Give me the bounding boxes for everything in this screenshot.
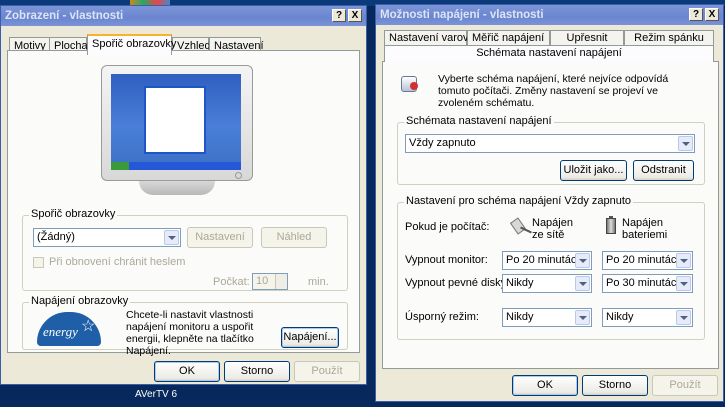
monitor-off-ac-value: Po 20 minutách <box>506 254 583 266</box>
screensaver-panel: Spořič obrazovky (Žádný) Nastavení Náhle… <box>7 50 360 357</box>
ok-button[interactable]: OK <box>512 375 578 396</box>
tab-advanced[interactable]: Upřesnit <box>550 30 624 46</box>
monitor-off-dc-select[interactable]: Po 20 minutách <box>602 251 693 270</box>
power-button[interactable]: Napájení... <box>281 327 339 348</box>
save-as-button[interactable]: Uložit jako... <box>560 160 627 181</box>
energy-star-logo: energy ☆ <box>37 312 101 346</box>
standby-dc-select[interactable]: Nikdy <box>602 308 693 327</box>
delete-button[interactable]: Odstranit <box>633 160 694 181</box>
screen-start-button <box>111 162 129 170</box>
tab-screensaver[interactable]: Spořič obrazovky <box>87 34 176 55</box>
star-icon: ☆ <box>81 318 96 335</box>
power-intro-text: Vyberte schéma napájení, které nejvíce o… <box>438 73 669 109</box>
standby-label: Úsporný režim: <box>405 311 479 323</box>
tab-power-meter[interactable]: Měřič napájení <box>467 30 550 46</box>
ok-button[interactable]: OK <box>154 361 220 382</box>
help-button[interactable]: ? <box>689 8 703 21</box>
hard-disks-off-ac-value: Nikdy <box>506 277 534 289</box>
power-scheme-group: Schémata nastavení napájení Vždy zapnuto… <box>397 115 705 185</box>
power-scheme-icon <box>399 72 421 94</box>
on-batteries-label: Napájen bateriemi <box>622 217 668 241</box>
power-options-titlebar[interactable]: Možnosti napájení - vlastnosti <box>376 5 723 25</box>
monitor-preview <box>101 65 253 201</box>
screensaver-preview-button[interactable]: Náhled <box>261 227 327 248</box>
battery-icon <box>606 216 616 234</box>
hard-disks-off-label: Vypnout pevné disky: <box>405 277 510 289</box>
chevron-down-icon[interactable] <box>676 310 691 325</box>
monitor-off-dc-value: Po 20 minutách <box>606 254 683 266</box>
taskbar-item-avertv[interactable]: AVerTV 6 <box>135 389 177 400</box>
minutes-label: min. <box>308 276 329 288</box>
monitor-stand <box>139 181 215 195</box>
power-info-text: Chcete-li nastavit vlastnosti napájení m… <box>126 309 254 357</box>
scheme-settings-group: Nastavení pro schéma napájení Vždy zapnu… <box>397 195 705 340</box>
power-options-title: Možnosti napájení - vlastnosti <box>380 9 544 21</box>
display-properties-dialog: Zobrazení - vlastnosti ? X Motivy Plocha… <box>0 5 367 385</box>
when-computer-label: Pokud je počítač: <box>405 221 490 233</box>
screen-window-preview <box>144 86 206 154</box>
password-checkbox-label: Při obnovení chránit heslem <box>49 256 186 268</box>
chevron-down-icon[interactable] <box>575 253 590 268</box>
chevron-down-icon[interactable] <box>676 253 691 268</box>
password-checkbox[interactable] <box>33 257 44 268</box>
chevron-down-icon[interactable] <box>575 276 590 291</box>
monitor-screen <box>111 74 241 170</box>
wait-minutes-value: 10 <box>256 275 269 287</box>
tab-power-schemes[interactable]: Schémata nastavení napájení <box>384 45 714 62</box>
screensaver-select[interactable]: (Žádný) <box>33 228 181 247</box>
tab-hibernate[interactable]: Režim spánku <box>624 30 714 46</box>
power-scheme-group-label: Schémata nastavení napájení <box>404 115 554 127</box>
power-schemes-panel: Vyberte schéma napájení, které nejvíce o… <box>382 61 719 369</box>
chevron-down-icon[interactable] <box>164 230 179 245</box>
help-button[interactable]: ? <box>332 9 346 22</box>
screensaver-settings-button[interactable]: Nastavení <box>187 227 253 248</box>
power-scheme-select-value: Vždy zapnuto <box>409 137 476 149</box>
close-button[interactable]: X <box>348 9 362 22</box>
chevron-down-icon[interactable] <box>676 276 691 291</box>
chevron-down-icon[interactable] <box>678 136 693 151</box>
screensaver-group: Spořič obrazovky (Žádný) Nastavení Náhle… <box>22 208 348 291</box>
tab-alarms[interactable]: Nastavení varování <box>384 30 484 46</box>
monitor-off-ac-select[interactable]: Po 20 minutách <box>502 251 592 270</box>
energy-star-logo-text: energy <box>43 324 78 339</box>
hard-disks-off-ac-select[interactable]: Nikdy <box>502 274 592 293</box>
standby-ac-select[interactable]: Nikdy <box>502 308 592 327</box>
hard-disks-off-dc-value: Po 30 minutách <box>606 277 683 289</box>
cancel-button[interactable]: Storno <box>582 375 648 396</box>
display-properties-title: Zobrazení - vlastnosti <box>5 10 124 22</box>
plug-power-icon <box>509 217 532 237</box>
power-scheme-select[interactable]: Vždy zapnuto <box>405 134 695 153</box>
hard-disks-off-dc-select[interactable]: Po 30 minutách <box>602 274 693 293</box>
display-properties-titlebar[interactable]: Zobrazení - vlastnosti <box>1 6 366 26</box>
apply-button[interactable]: Použít <box>294 361 360 382</box>
red-dot-icon <box>410 82 418 90</box>
cancel-button[interactable]: Storno <box>224 361 290 382</box>
standby-dc-value: Nikdy <box>606 311 634 323</box>
screen-taskbar <box>111 162 241 170</box>
scheme-settings-group-label: Nastavení pro schéma napájení Vždy zapnu… <box>404 195 634 207</box>
power-tabs-row1: Nastavení varování Měřič napájení Upřesn… <box>384 30 714 46</box>
spinner-arrows-icon[interactable] <box>275 274 287 289</box>
monitor-off-label: Vypnout monitor: <box>405 254 488 266</box>
wait-minutes-spinner[interactable]: 10 <box>252 273 288 290</box>
monitor-power-group: Napájení obrazovky energy ☆ Chcete-li na… <box>22 295 348 357</box>
standby-ac-value: Nikdy <box>506 311 534 323</box>
power-led <box>235 172 242 179</box>
chevron-down-icon[interactable] <box>575 310 590 325</box>
close-button[interactable]: X <box>705 8 719 21</box>
apply-button[interactable]: Použít <box>652 375 718 396</box>
monitor-power-group-label: Napájení obrazovky <box>29 295 131 307</box>
screensaver-group-label: Spořič obrazovky <box>29 208 118 220</box>
plugged-in-label: Napájen ze sítě <box>532 217 573 241</box>
screensaver-select-value: (Žádný) <box>37 231 75 243</box>
wait-label: Počkat: <box>213 276 250 288</box>
power-options-dialog: Možnosti napájení - vlastnosti ? X Nasta… <box>375 4 724 402</box>
